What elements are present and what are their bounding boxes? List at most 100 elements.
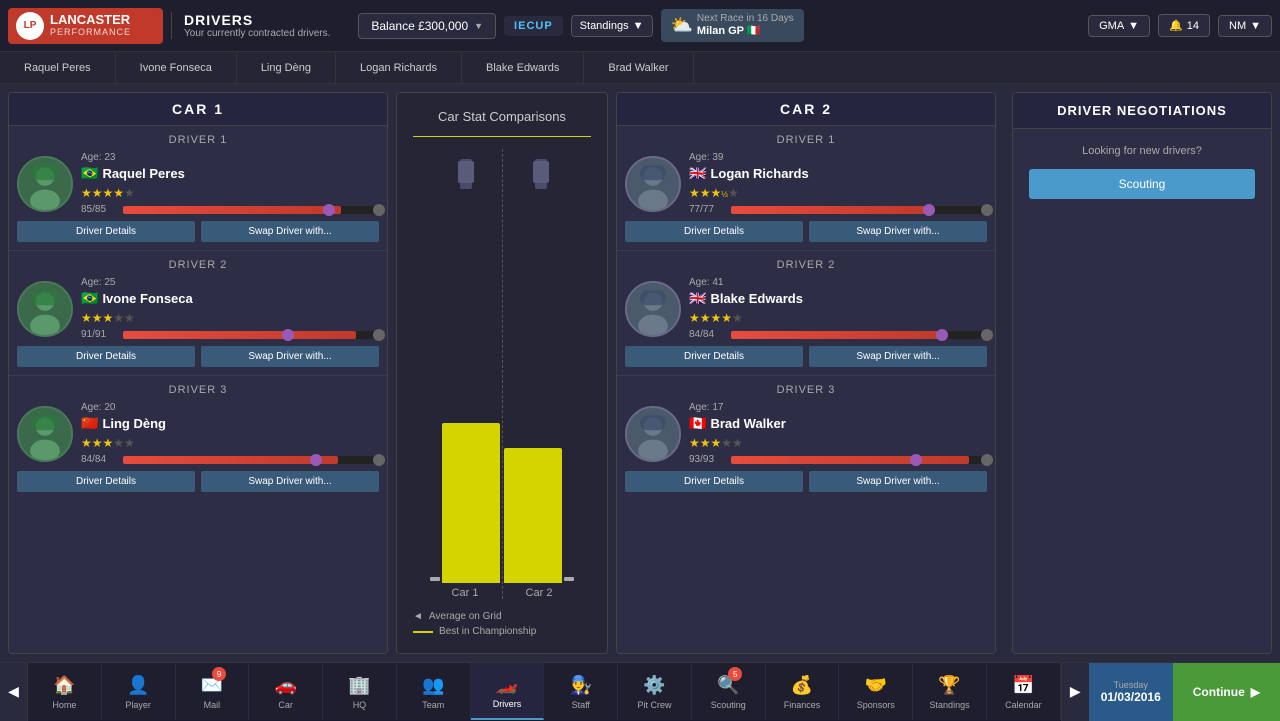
- driver-tab-2[interactable]: Ling Dèng: [237, 52, 336, 83]
- car1-driver1-info: Age: 23 🇧🇷 Raquel Peres ★★★★★ 85/85: [17, 152, 379, 215]
- nav-staff-label: Staff: [572, 700, 590, 710]
- sponsors-icon: 🤝: [865, 675, 887, 696]
- car2-driver1-details: Age: 39 🇬🇧 Logan Richards ★★★½★ 77/77: [689, 152, 987, 215]
- car1-driver2-swap-button[interactable]: Swap Driver with...: [201, 346, 379, 367]
- driver-tab-3[interactable]: Logan Richards: [336, 52, 462, 83]
- car1-panel: CAR 1 DRIVER 1 Age: 23 🇧🇷 R: [8, 92, 388, 654]
- car1-driver3-bar: [123, 456, 379, 464]
- car2-driver3-avatar: [625, 406, 681, 462]
- car1-driver1-details-button[interactable]: Driver Details: [17, 221, 195, 242]
- nav-car[interactable]: 🚗 Car: [249, 663, 323, 720]
- car1-title: CAR 1: [9, 93, 387, 126]
- nav-arrow-left[interactable]: ◀: [0, 663, 28, 721]
- continue-label: Continue: [1193, 685, 1245, 699]
- car2-driver2-details-button[interactable]: Driver Details: [625, 346, 803, 367]
- car1-bar-label: Car 1: [452, 587, 479, 599]
- driver-tab-1[interactable]: Ivone Fonseca: [116, 52, 237, 83]
- right-panel-title: DRIVER NEGOTIATIONS: [1013, 93, 1271, 129]
- driver-tab-0[interactable]: Raquel Peres: [0, 52, 116, 83]
- car1-driver3-bar-fill: [123, 456, 338, 464]
- car2-driver1-bar-end: [981, 204, 993, 216]
- date-value: 01/03/2016: [1101, 690, 1161, 704]
- car1-driver3-stars: ★★★★★: [81, 436, 379, 450]
- car2-driver2-swap-button[interactable]: Swap Driver with...: [809, 346, 987, 367]
- driver-tab-5[interactable]: Brad Walker: [584, 52, 693, 83]
- gma-button[interactable]: GMA ▼: [1088, 15, 1150, 37]
- finances-icon: 💰: [791, 675, 813, 696]
- nm-arrow-icon: ▼: [1250, 20, 1261, 32]
- nav-scouting[interactable]: 5 🔍 Scouting: [692, 663, 766, 720]
- nav-sponsors[interactable]: 🤝 Sponsors: [839, 663, 913, 720]
- car1-driver3-details-button[interactable]: Driver Details: [17, 471, 195, 492]
- player-icon: 👤: [127, 675, 149, 696]
- nav-hq[interactable]: 🏢 HQ: [323, 663, 397, 720]
- car2-avatar-chart: [525, 159, 557, 212]
- car2-driver2-age: Age: 41: [689, 277, 987, 288]
- nav-home-label: Home: [52, 700, 76, 710]
- car1-driver2-info: Age: 25 🇧🇷 Ivone Fonseca ★★★★★ 91/91: [17, 277, 379, 340]
- center-panel: Car Stat Comparisons: [396, 92, 608, 654]
- nav-standings[interactable]: 🏆 Standings: [913, 663, 987, 720]
- car1-driver2-bar-end: [373, 329, 385, 341]
- car2-driver2-name-row: 🇬🇧 Blake Edwards: [689, 290, 987, 307]
- standings-button[interactable]: Standings ▼: [571, 15, 653, 37]
- car2-bar: [504, 448, 562, 583]
- car1-driver2-details: Age: 25 🇧🇷 Ivone Fonseca ★★★★★ 91/91: [81, 277, 379, 340]
- car2-driver3-swap-button[interactable]: Swap Driver with...: [809, 471, 987, 492]
- nav-sponsors-label: Sponsors: [857, 700, 895, 710]
- staff-icon: 👨‍🔧: [570, 675, 592, 696]
- nav-mail[interactable]: 9 ✉️ Mail: [176, 663, 250, 720]
- driver-tab-label-2: Ling Dèng: [261, 62, 311, 74]
- car1-driver3-age: Age: 20: [81, 402, 379, 413]
- car2-driver1-details-button[interactable]: Driver Details: [625, 221, 803, 242]
- driver-tab-4[interactable]: Blake Edwards: [462, 52, 584, 83]
- nav-staff[interactable]: 👨‍🔧 Staff: [544, 663, 618, 720]
- chart-top-line: [413, 136, 591, 137]
- notification-button[interactable]: 🔔 14: [1158, 14, 1210, 37]
- car2-driver1-swap-button[interactable]: Swap Driver with...: [809, 221, 987, 242]
- race-name: Milan GP 🇮🇹: [697, 25, 794, 38]
- nav-car-label: Car: [278, 700, 293, 710]
- nm-button[interactable]: NM ▼: [1218, 15, 1272, 37]
- car2-driver3-stars: ★★★★★: [689, 436, 987, 450]
- chart-legend: ◄ Average on Grid Best in Championship: [413, 611, 536, 637]
- car1-driver2-stars: ★★★★★: [81, 311, 379, 325]
- car2-title: CAR 2: [617, 93, 995, 126]
- car1-driver2-stat: 91/91: [81, 329, 117, 340]
- driver-tabs: Raquel Peres Ivone Fonseca Ling Dèng Log…: [0, 52, 1280, 84]
- car1-driver2-details-button[interactable]: Driver Details: [17, 346, 195, 367]
- driver-tab-label-3: Logan Richards: [360, 62, 437, 74]
- nav-finances[interactable]: 💰 Finances: [766, 663, 840, 720]
- car1-driver3-swap-button[interactable]: Swap Driver with...: [201, 471, 379, 492]
- nav-player[interactable]: 👤 Player: [102, 663, 176, 720]
- nav-arrow-right[interactable]: ▶: [1061, 663, 1089, 721]
- car1-driver2-bar-fill: [123, 331, 356, 339]
- car2-driver2-bar-fill: [731, 331, 946, 339]
- car2-driver3-name-row: 🇨🇦 Brad Walker: [689, 415, 987, 432]
- car1-driver1-section: DRIVER 1 Age: 23 🇧🇷 Raquel Peres: [9, 126, 387, 251]
- car2-driver1-flag: 🇬🇧: [689, 165, 706, 182]
- car2-driver1-stat-row: 77/77: [689, 204, 987, 215]
- nav-drivers[interactable]: 🏎️ Drivers: [471, 663, 545, 720]
- car2-driver3-info: Age: 17 🇨🇦 Brad Walker ★★★★★ 93/93: [625, 402, 987, 465]
- logo-area: LP LANCASTER PERFORMANCE: [8, 8, 163, 44]
- car2-driver3-bar-end: [981, 454, 993, 466]
- car1-driver1-swap-button[interactable]: Swap Driver with...: [201, 221, 379, 242]
- car1-bar-col: Car 1: [430, 403, 500, 599]
- topbar: LP LANCASTER PERFORMANCE DRIVERS Your cu…: [0, 0, 1280, 52]
- car1-driver1-name: Raquel Peres: [102, 166, 184, 181]
- continue-button[interactable]: Continue ▶: [1173, 663, 1280, 721]
- car1-driver1-flag: 🇧🇷: [81, 165, 98, 182]
- car1-driver2-buttons: Driver Details Swap Driver with...: [17, 346, 379, 367]
- nav-calendar[interactable]: 📅 Calendar: [987, 663, 1061, 720]
- car1-driver3-stat: 84/84: [81, 454, 117, 465]
- balance-button[interactable]: Balance £300,000 ▼: [358, 13, 496, 39]
- bell-icon: 🔔: [1169, 19, 1183, 32]
- nav-pit-crew[interactable]: ⚙️ Pit Crew: [618, 663, 692, 720]
- scouting-button[interactable]: Scouting: [1029, 169, 1255, 199]
- balance-arrow-icon: ▼: [474, 21, 483, 31]
- car2-driver3-details-button[interactable]: Driver Details: [625, 471, 803, 492]
- nav-home[interactable]: 🏠 Home: [28, 663, 102, 720]
- nav-team[interactable]: 👥 Team: [397, 663, 471, 720]
- car2-driver1-buttons: Driver Details Swap Driver with...: [625, 221, 987, 242]
